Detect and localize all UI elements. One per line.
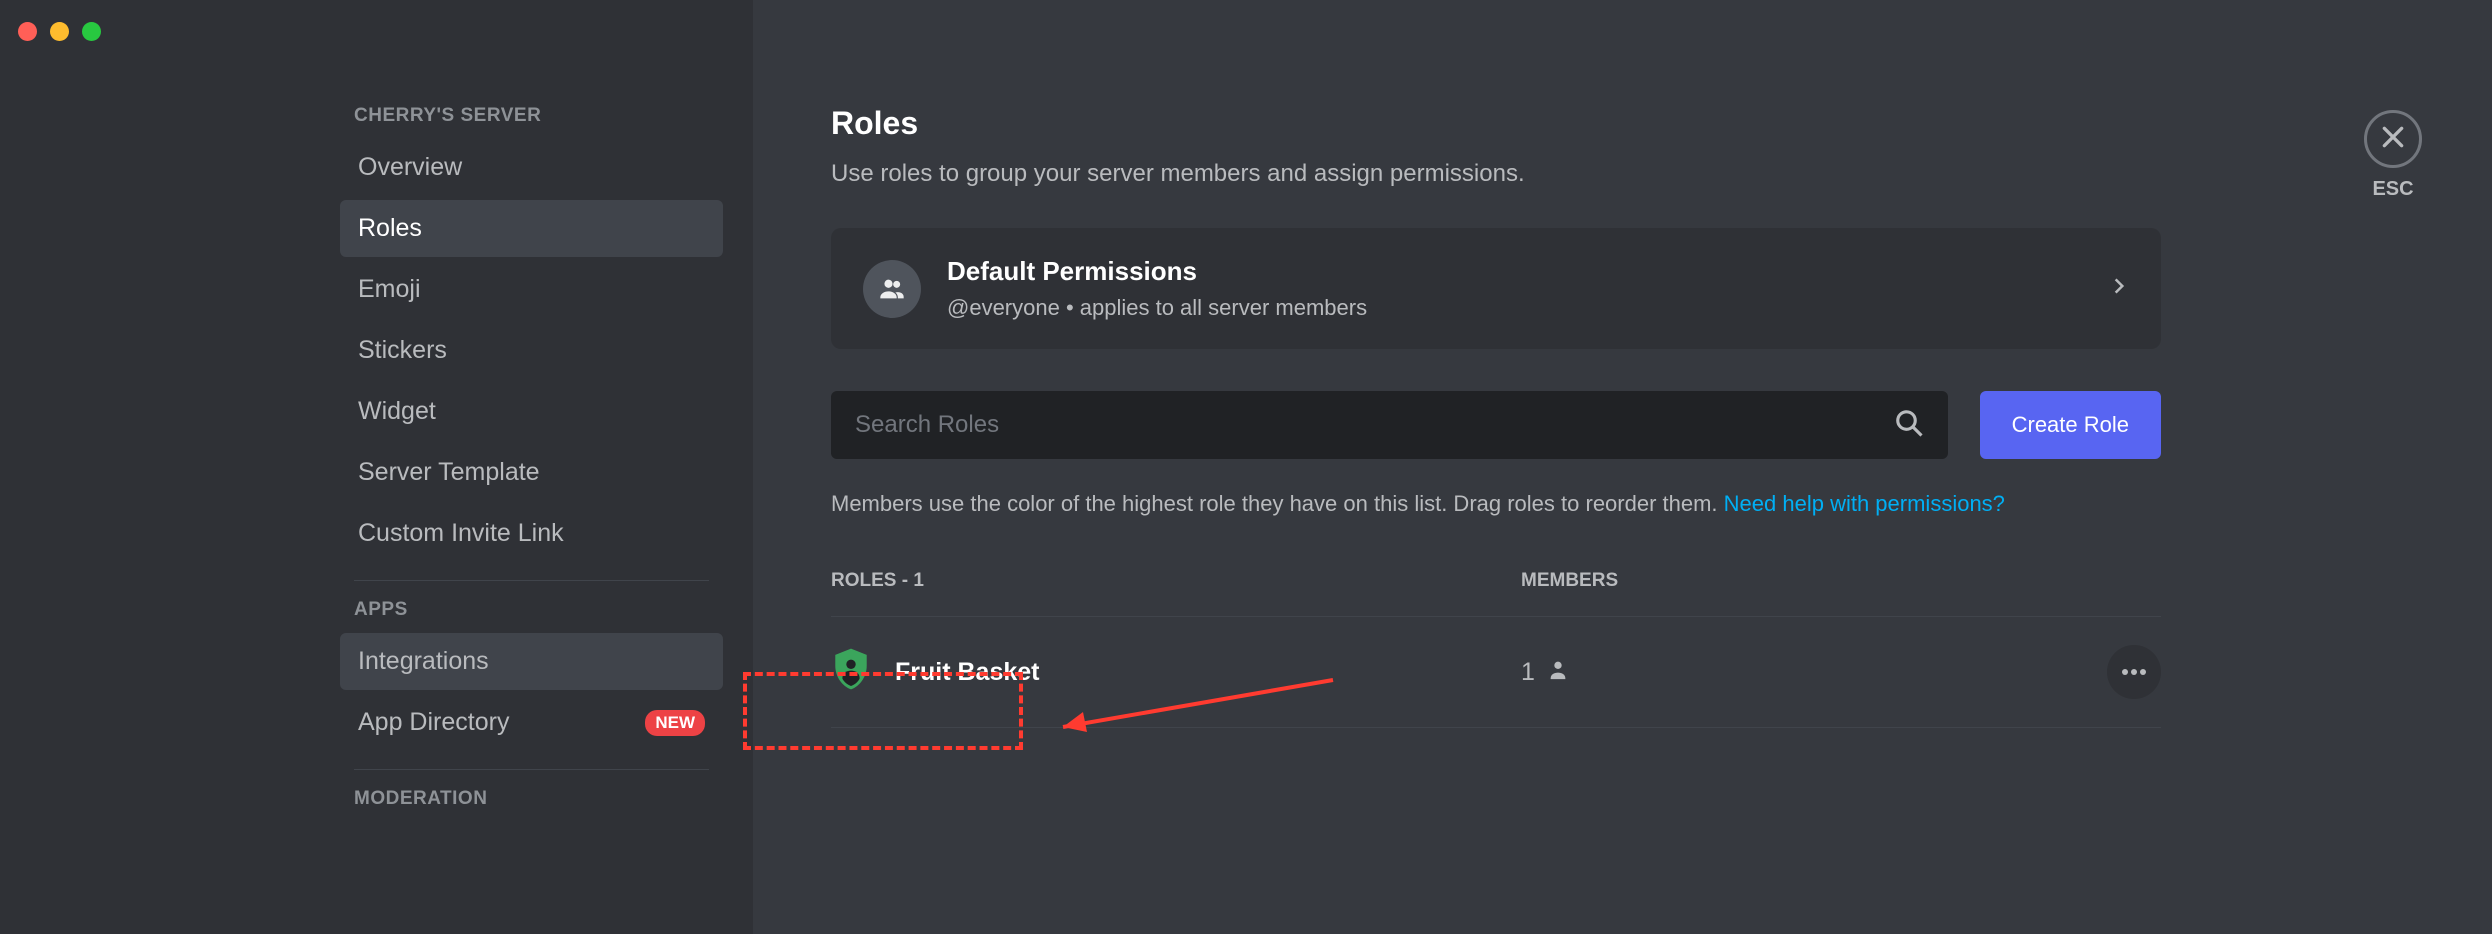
sidebar-item-label: Integrations bbox=[358, 647, 489, 676]
sidebar-item-label: Overview bbox=[358, 153, 462, 182]
roles-table: ROLES - 1 MEMBERS Fruit Basket bbox=[831, 570, 2161, 728]
sidebar-item-roles[interactable]: Roles bbox=[340, 200, 723, 257]
role-more-button[interactable] bbox=[2107, 645, 2161, 699]
close-icon bbox=[2380, 124, 2406, 155]
maximize-window-dot[interactable] bbox=[82, 22, 101, 41]
search-roles-input[interactable] bbox=[855, 411, 1894, 439]
person-icon bbox=[1547, 658, 1569, 687]
sidebar-item-label: Roles bbox=[358, 214, 422, 243]
member-count: 1 bbox=[1521, 658, 1535, 687]
default-permissions-title: Default Permissions bbox=[947, 256, 2083, 287]
role-row[interactable]: Fruit Basket 1 bbox=[831, 617, 2161, 728]
search-roles-wrap[interactable] bbox=[831, 391, 1948, 459]
sidebar-item-overview[interactable]: Overview bbox=[340, 139, 723, 196]
help-text: Members use the color of the highest rol… bbox=[831, 487, 2161, 520]
page-title: Roles bbox=[831, 105, 2422, 142]
settings-sidebar: CHERRY'S SERVER Overview Roles Emoji Sti… bbox=[0, 0, 753, 934]
sidebar-divider bbox=[354, 769, 709, 770]
sidebar-item-label: App Directory bbox=[358, 708, 509, 737]
esc-label: ESC bbox=[2364, 178, 2422, 201]
apps-heading: APPS bbox=[340, 599, 723, 633]
server-heading: CHERRY'S SERVER bbox=[340, 105, 723, 139]
moderation-heading: MODERATION bbox=[340, 788, 723, 822]
close-window-dot[interactable] bbox=[18, 22, 37, 41]
window-controls bbox=[18, 22, 101, 41]
main-content: ESC Roles Use roles to group your server… bbox=[753, 0, 2492, 934]
default-permissions-subtitle: @everyone • applies to all server member… bbox=[947, 295, 2083, 321]
members-avatar-icon bbox=[863, 260, 921, 318]
shield-icon bbox=[831, 647, 871, 698]
sidebar-item-stickers[interactable]: Stickers bbox=[340, 322, 723, 379]
minimize-window-dot[interactable] bbox=[50, 22, 69, 41]
close-esc-block: ESC bbox=[2364, 110, 2422, 201]
sidebar-item-widget[interactable]: Widget bbox=[340, 383, 723, 440]
sidebar-item-custom-invite-link[interactable]: Custom Invite Link bbox=[340, 505, 723, 562]
sidebar-divider bbox=[354, 580, 709, 581]
sidebar-item-label: Emoji bbox=[358, 275, 421, 304]
role-name: Fruit Basket bbox=[895, 658, 1039, 687]
sidebar-item-label: Custom Invite Link bbox=[358, 519, 564, 548]
close-button[interactable] bbox=[2364, 110, 2422, 168]
create-role-button[interactable]: Create Role bbox=[1980, 391, 2161, 459]
new-badge: NEW bbox=[645, 710, 705, 736]
sidebar-item-integrations[interactable]: Integrations bbox=[340, 633, 723, 690]
chevron-right-icon bbox=[2109, 276, 2129, 301]
help-permissions-link[interactable]: Need help with permissions? bbox=[1724, 491, 2005, 516]
sidebar-item-app-directory[interactable]: App Directory NEW bbox=[340, 694, 723, 751]
sidebar-item-server-template[interactable]: Server Template bbox=[340, 444, 723, 501]
sidebar-item-label: Stickers bbox=[358, 336, 447, 365]
sidebar-item-emoji[interactable]: Emoji bbox=[340, 261, 723, 318]
sidebar-item-label: Widget bbox=[358, 397, 436, 426]
roles-column-header: ROLES - 1 bbox=[831, 570, 1521, 592]
page-subtitle: Use roles to group your server members a… bbox=[831, 160, 2422, 188]
more-horizontal-icon bbox=[2121, 663, 2147, 681]
default-permissions-card[interactable]: Default Permissions @everyone • applies … bbox=[831, 228, 2161, 349]
search-icon bbox=[1894, 408, 1924, 443]
sidebar-item-label: Server Template bbox=[358, 458, 540, 487]
members-column-header: MEMBERS bbox=[1521, 570, 1921, 592]
help-text-body: Members use the color of the highest rol… bbox=[831, 491, 1724, 516]
